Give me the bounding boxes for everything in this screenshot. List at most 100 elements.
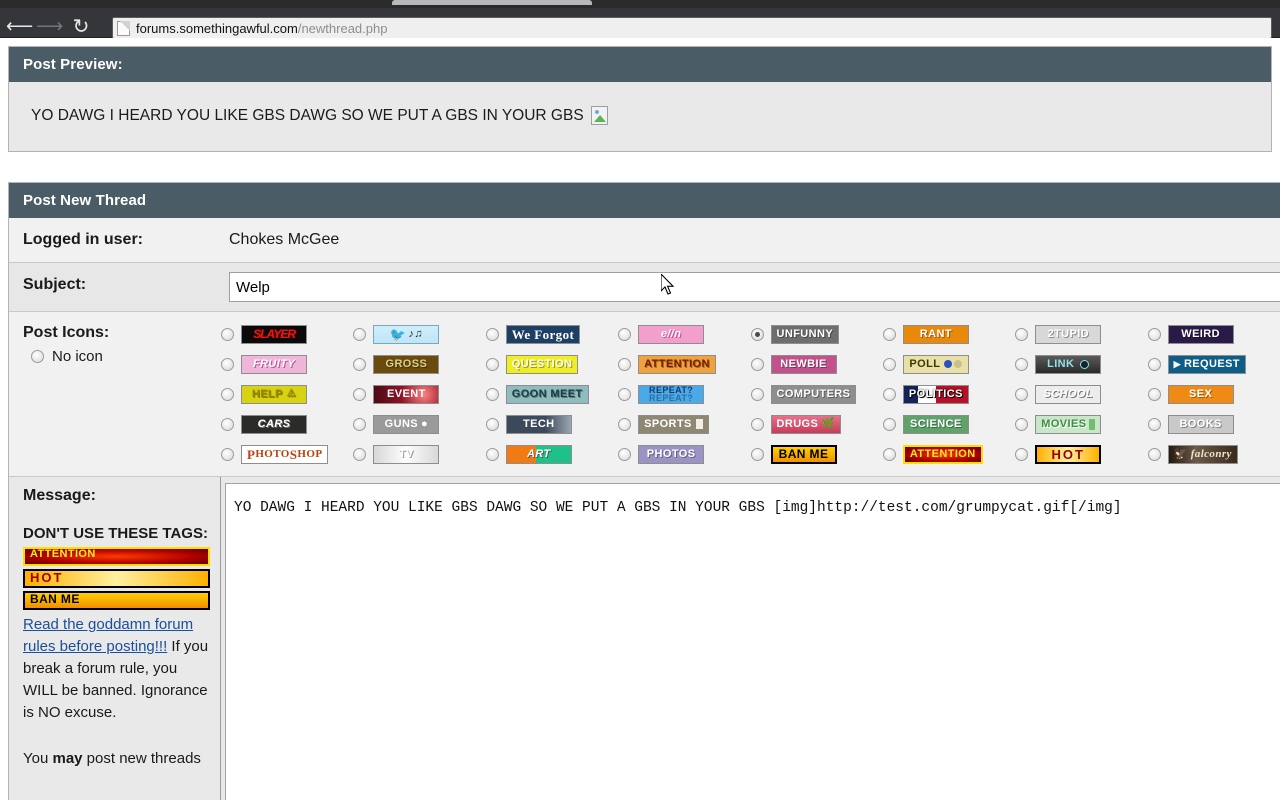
post-icon-option[interactable]: NEWBIE [750, 354, 883, 374]
post-icon-radio[interactable] [485, 327, 499, 341]
post-icon-radio[interactable] [750, 387, 764, 401]
post-icon-radio[interactable] [1147, 387, 1161, 401]
post-icon-radio[interactable] [882, 387, 896, 401]
post-icon-badge[interactable]: ATTENTION [902, 444, 983, 464]
post-icon-option[interactable]: BOOKS [1147, 414, 1280, 434]
post-icon-option[interactable]: We Forgot [485, 324, 618, 344]
address-bar[interactable]: forums.somethingawful.com/newthread.php [112, 17, 1272, 39]
post-icon-badge[interactable]: ▶ REQUEST [1167, 354, 1246, 374]
post-icon-radio[interactable] [353, 357, 367, 371]
subject-input[interactable] [229, 272, 1280, 302]
post-icon-badge[interactable]: RANT [902, 324, 969, 344]
post-icon-radio[interactable] [1015, 417, 1029, 431]
post-icon-radio[interactable] [221, 387, 234, 401]
post-icon-radio[interactable] [750, 447, 764, 461]
post-icon-badge[interactable]: WEIRD [1167, 324, 1234, 344]
post-icon-radio[interactable] [353, 417, 367, 431]
back-arrow-icon[interactable]: ⟵ [6, 16, 33, 40]
post-icon-option[interactable]: WEIRD [1147, 324, 1280, 344]
post-icon-badge[interactable]: HOT [1035, 444, 1102, 464]
post-icon-badge[interactable]: HELP ⚠ [241, 384, 307, 404]
post-icon-radio[interactable] [1147, 327, 1161, 341]
post-icon-badge[interactable]: REPEAT? REPEAT? [638, 384, 705, 404]
post-icon-option[interactable]: SLAYER [221, 324, 353, 344]
post-icon-badge[interactable]: NEWBIE [770, 354, 837, 374]
post-icon-radio[interactable] [1147, 417, 1161, 431]
post-icon-badge[interactable]: POLITICS [902, 384, 969, 404]
post-icon-badge[interactable]: 2TUPID [1035, 324, 1102, 344]
post-icon-radio[interactable] [1147, 357, 1161, 371]
post-icon-badge[interactable]: SLAYER [241, 324, 307, 344]
post-icon-radio[interactable] [618, 417, 632, 431]
post-icon-option[interactable]: 🐦 ♪♫ [353, 324, 485, 344]
post-icon-badge[interactable]: DRUGS 🌿 [770, 414, 842, 434]
post-icon-option[interactable]: SCIENCE [882, 414, 1015, 434]
post-icon-radio[interactable] [618, 357, 632, 371]
post-icon-badge[interactable]: COMPUTERS [770, 384, 857, 404]
post-icon-badge[interactable]: TECH [505, 414, 572, 434]
post-icon-option[interactable]: ATTENTION [618, 354, 750, 374]
post-icon-radio[interactable] [353, 327, 367, 341]
post-icon-badge[interactable]: SPORTS [638, 414, 709, 434]
post-icon-badge[interactable]: 🐦 ♪♫ [373, 324, 440, 344]
post-icon-option[interactable]: 2TUPID [1015, 324, 1147, 344]
post-icon-badge[interactable]: UNFUNNY [770, 324, 840, 344]
post-icon-badge[interactable]: 🦅 falconry [1167, 444, 1238, 464]
post-icon-radio[interactable] [221, 447, 234, 461]
post-icon-radio[interactable] [750, 327, 764, 341]
post-icon-option[interactable]: SCHOOL [1015, 384, 1147, 404]
post-icon-radio[interactable] [618, 387, 632, 401]
post-icon-radio[interactable] [1015, 387, 1029, 401]
browser-tab-active[interactable] [392, 0, 592, 5]
post-icon-badge[interactable]: SEX [1167, 384, 1234, 404]
post-icon-badge[interactable]: MOVIES [1035, 414, 1102, 434]
post-icon-radio[interactable] [485, 387, 499, 401]
post-icon-radio[interactable] [1015, 447, 1029, 461]
post-icon-option[interactable]: FRUITY [221, 354, 353, 374]
post-icon-option[interactable]: TV [353, 444, 485, 464]
post-icon-badge[interactable]: ATTENTION [638, 354, 716, 374]
post-icon-radio[interactable] [485, 357, 499, 371]
post-icon-badge[interactable]: PHOTOS [638, 444, 705, 464]
post-icon-radio[interactable] [1015, 357, 1029, 371]
post-icon-badge[interactable]: POLL [902, 354, 969, 374]
post-icon-option[interactable]: EVENT [353, 384, 485, 404]
post-icon-badge[interactable]: GOON MEET [505, 384, 589, 404]
post-icon-radio[interactable] [353, 387, 367, 401]
post-icon-badge[interactable]: CARS [241, 414, 307, 434]
reload-icon[interactable]: ↻ [68, 16, 94, 40]
post-icon-radio[interactable] [882, 327, 896, 341]
no-icon-radio[interactable] [31, 350, 44, 363]
post-icon-option[interactable]: TECH [485, 414, 618, 434]
post-icon-badge[interactable]: EVENT [373, 384, 440, 404]
post-icon-radio[interactable] [618, 447, 632, 461]
post-icon-radio[interactable] [221, 357, 234, 371]
post-icon-radio[interactable] [882, 447, 896, 461]
post-icon-option[interactable]: QUESTION [485, 354, 618, 374]
post-icon-option[interactable]: HELP ⚠ [221, 384, 353, 404]
post-icon-badge[interactable]: QUESTION [505, 354, 579, 374]
post-icon-option[interactable]: UNFUNNY [750, 324, 883, 344]
no-icon-option[interactable]: No icon [23, 348, 221, 365]
post-icon-badge[interactable]: SCHOOL [1035, 384, 1102, 404]
post-icon-badge[interactable]: We Forgot [505, 324, 581, 344]
post-icon-option[interactable]: BAN ME [750, 444, 883, 464]
post-icon-option[interactable]: POLITICS [882, 384, 1015, 404]
post-icon-option[interactable]: DRUGS 🌿 [750, 414, 883, 434]
post-icon-badge[interactable]: P HOTO S HOP [241, 444, 329, 464]
post-icon-badge[interactable]: e//n [638, 324, 705, 344]
post-icon-radio[interactable] [882, 417, 896, 431]
post-icon-option[interactable]: MOVIES [1015, 414, 1147, 434]
post-icon-radio[interactable] [750, 417, 764, 431]
post-icon-option[interactable]: REPEAT? REPEAT? [618, 384, 750, 404]
post-icon-radio[interactable] [618, 327, 632, 341]
post-icon-badge[interactable]: TV [373, 444, 440, 464]
post-icon-option[interactable]: GUNS ● [353, 414, 485, 434]
post-icon-option[interactable]: GOON MEET [485, 384, 618, 404]
post-icon-option[interactable]: POLL [882, 354, 1015, 374]
post-icon-radio[interactable] [1015, 327, 1029, 341]
post-icon-badge[interactable]: GUNS ● [373, 414, 440, 434]
post-icon-option[interactable]: RANT [882, 324, 1015, 344]
message-textarea[interactable] [225, 483, 1280, 800]
post-icon-badge[interactable]: GROSS [373, 354, 440, 374]
